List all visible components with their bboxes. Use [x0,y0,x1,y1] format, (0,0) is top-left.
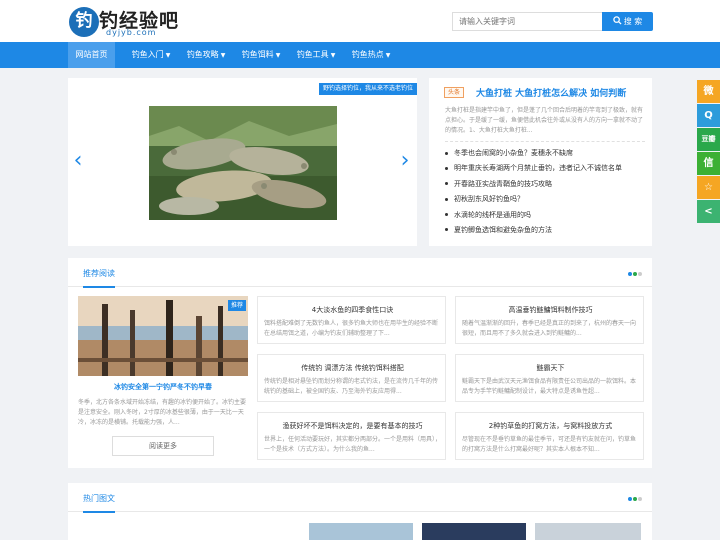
carousel-dots[interactable] [628,497,642,501]
chevron-down-icon: ▼ [220,52,226,59]
wechat-icon[interactable]: 信 [697,152,720,175]
nav-bait[interactable]: 钓鱼饵料 ▼ [236,42,286,68]
site-domain: dyjyb.com [106,28,157,37]
qq-icon[interactable]: Q [697,104,720,127]
article-desc: 尽管现在不是垂钓草鱼的最佳季节，可还是有钓友就在问，钓草鱼的打窝方法是什么打窝最… [462,436,637,453]
section-title: 热门图文 [83,493,115,513]
recommend-section: 推荐阅读 推荐 冰钓安全第一宁钓严冬不钓早春 冬季，北方各条水域开始冻结，有趣的… [68,258,652,468]
nav-beginner[interactable]: 钓鱼入门 ▼ [126,42,176,68]
divider [445,141,645,142]
carousel-dots[interactable] [628,272,642,276]
hot-image[interactable] [535,523,641,540]
article-card[interactable]: 传统钓 调漂方法 传统钓饵料搭配 传统钓是相对悬坠钓而划分称谓的老式钓法，是在流… [257,354,446,402]
nav-label: 钓鱼饵料 [241,50,274,59]
slide-image[interactable] [149,106,337,220]
article-desc: 鲢霸天下是由武汉天元渔饵食品有限责任公司出品的一款饵料。本品专为手竿钓鲢鳙配制设… [462,378,637,395]
headline-desc: 大鱼打桩是指建竿中鱼了，但是蓬了几个回合后明着的竿弯到了极致，就有点担心。于是缓… [445,107,644,134]
article-title[interactable]: 鲢霸天下 [456,363,645,373]
search-button-label: 搜 索 [623,17,643,26]
article-title[interactable]: 传统钓 调漂方法 传统钓饵料搭配 [258,363,447,373]
article-desc: 随着气温渐渐的回升，春季已经是真正的到来了，杭州的春天一向很短，而且用不了多久就… [462,320,637,337]
dot-icon[interactable] [633,497,637,501]
dot-icon[interactable] [628,272,632,276]
nav-hot[interactable]: 钓鱼热点 ▼ [346,42,396,68]
slider-prev-button[interactable]: ‹ [70,150,86,174]
read-more-button[interactable]: 阅读更多 [112,436,214,456]
search-icon [612,16,622,25]
article-desc: 饵料搭配难倒了无数钓鱼人，很多钓鱼大师也在用毕生的经验不断在总结用饵之道，小编为… [264,320,439,337]
search-field[interactable] [452,12,602,31]
section-header: 推荐阅读 [68,258,652,288]
chevron-down-icon: ▼ [275,52,281,59]
headline-panel: 头条 大鱼打桩 大鱼打桩怎么解决 如何判断 大鱼打桩是指建竿中鱼了，但是蓬了几个… [429,78,652,246]
douban-icon[interactable]: 豆瓣 [697,128,720,151]
nav-label: 网站首页 [75,50,108,59]
article-title[interactable]: 4大淡水鱼的四季食性口诀 [258,305,447,315]
article-card[interactable]: 高温垂钓鲢鳙饵料制作技巧 随着气温渐渐的回升，春季已经是真正的到来了，杭州的春天… [455,296,644,344]
hot-section: 热门图文 [68,483,652,540]
favorite-icon[interactable]: ☆ [697,176,720,199]
news-item[interactable]: 明年重庆长寿湖两个月禁止垂钓，违者记入不诚信名单 [445,161,645,176]
search-input[interactable] [453,13,602,30]
news-list: 冬季也会闹窝的小杂鱼？麦穗永不缺席 明年重庆长寿湖两个月禁止垂钓，违者记入不诚信… [445,146,645,238]
dot-icon[interactable] [638,272,642,276]
chevron-down-icon: ▼ [385,52,391,59]
nav-label: 钓鱼入门 [131,50,164,59]
article-card[interactable]: 渔获好坏不是饵料决定的，是要有基本的技巧 世界上，任何活动要玩好，其实都分两部分… [257,412,446,460]
dot-icon[interactable] [633,272,637,276]
search-button[interactable]: 搜 索 [602,12,653,31]
article-title[interactable]: 渔获好坏不是饵料决定的，是要有基本的技巧 [258,421,447,431]
article-desc: 传统钓是相对悬坠钓而划分称谓的老式钓法，是在流传几千年的传统钓的基础上，被全国钓… [264,378,439,395]
headline-title[interactable]: 大鱼打桩 大鱼打桩怎么解决 如何判断 [476,86,626,99]
slider-next-button[interactable]: › [397,150,413,174]
section-header: 热门图文 [68,483,652,513]
section-title: 推荐阅读 [83,268,115,288]
hot-image[interactable] [309,523,413,540]
news-item[interactable]: 初秋刮东风好钓鱼吗？ [445,192,645,207]
dot-icon[interactable] [628,497,632,501]
chevron-down-icon: ▼ [165,52,171,59]
featured-desc: 冬季，北方各条水域开始冻结，有趣的冰钓便开始了。冰钓主要是注意安全。刚入冬时，2… [78,399,247,426]
nav-home[interactable]: 网站首页 [68,42,115,68]
slide-caption[interactable]: 野钓选择钓位，我从来不选老钓位 [319,83,418,95]
news-item[interactable]: 冬季也会闹窝的小杂鱼？麦穗永不缺席 [445,146,645,161]
article-title[interactable]: 2种钓草鱼的打窝方法，与窝料投放方式 [456,421,645,431]
nav-label: 钓鱼工具 [296,50,329,59]
news-item[interactable]: 水滴轮的线杯是通用的吗 [445,208,645,223]
weibo-icon[interactable]: 微 [697,80,720,103]
hot-image[interactable] [422,523,526,540]
featured-title[interactable]: 冰钓安全第一宁钓严冬不钓早春 [78,382,248,392]
chevron-down-icon: ▼ [330,52,336,59]
logo-mark: 钓 [69,7,99,37]
article-card[interactable]: 4大淡水鱼的四季食性口诀 饵料搭配难倒了无数钓鱼人，很多钓鱼大师也在用毕生的经验… [257,296,446,344]
share-icon[interactable]: < [697,200,720,223]
main-nav: 网站首页 钓鱼入门 ▼ 钓鱼攻略 ▼ 钓鱼饵料 ▼ 钓鱼工具 ▼ 钓鱼热点 ▼ [0,42,720,68]
news-item[interactable]: 开春路亚实战青鞘鱼的技巧攻略 [445,177,645,192]
image-slider: ‹ 野钓选择钓位，我从来不选老钓位 › [68,78,418,246]
headline-tag: 头条 [444,87,464,98]
article-card[interactable]: 2种钓草鱼的打窝方法，与窝料投放方式 尽管现在不是垂钓草鱼的最佳季节，可还是有钓… [455,412,644,460]
dot-icon[interactable] [638,497,642,501]
featured-badge: 推荐 [228,300,247,311]
header: 钓 钓经验吧 dyjyb.com 搜 索 [0,0,720,42]
nav-tools[interactable]: 钓鱼工具 ▼ [291,42,341,68]
nav-guide[interactable]: 钓鱼攻略 ▼ [181,42,231,68]
site-logo[interactable]: 钓 钓经验吧 dyjyb.com [69,6,204,38]
article-desc: 世界上，任何活动要玩好，其实都分两部分。一个是用料（用具），一个是技术（方式方法… [264,436,441,453]
news-item[interactable]: 夏钓鲫鱼选饵和避免杂鱼的方法 [445,223,645,238]
featured-image[interactable] [78,296,248,376]
article-title[interactable]: 高温垂钓鲢鳙饵料制作技巧 [456,305,645,315]
nav-label: 钓鱼攻略 [186,50,219,59]
nav-label: 钓鱼热点 [351,50,384,59]
article-card[interactable]: 鲢霸天下 鲢霸天下是由武汉天元渔饵食品有限责任公司出品的一款饵料。本品专为手竿钓… [455,354,644,402]
